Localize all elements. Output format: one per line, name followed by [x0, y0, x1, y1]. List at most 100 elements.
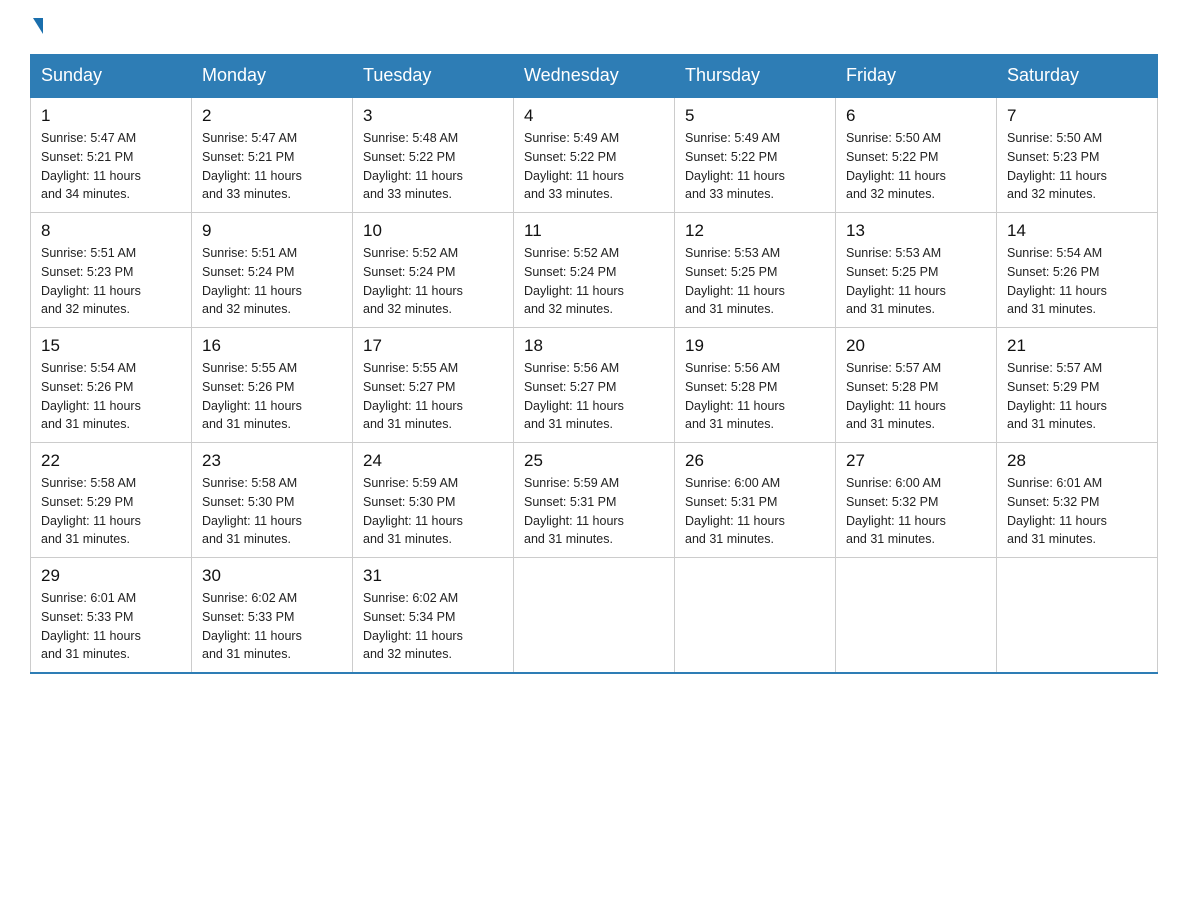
calendar-cell: 5 Sunrise: 5:49 AMSunset: 5:22 PMDayligh…	[675, 97, 836, 213]
page-header	[30, 20, 1158, 36]
day-number: 2	[202, 106, 342, 126]
day-number: 12	[685, 221, 825, 241]
day-info: Sunrise: 5:56 AMSunset: 5:27 PMDaylight:…	[524, 361, 624, 431]
day-info: Sunrise: 6:01 AMSunset: 5:32 PMDaylight:…	[1007, 476, 1107, 546]
calendar-cell: 12 Sunrise: 5:53 AMSunset: 5:25 PMDaylig…	[675, 213, 836, 328]
day-info: Sunrise: 6:00 AMSunset: 5:31 PMDaylight:…	[685, 476, 785, 546]
day-of-week-tuesday: Tuesday	[353, 55, 514, 98]
logo	[30, 20, 43, 36]
day-info: Sunrise: 5:59 AMSunset: 5:31 PMDaylight:…	[524, 476, 624, 546]
day-info: Sunrise: 5:57 AMSunset: 5:29 PMDaylight:…	[1007, 361, 1107, 431]
calendar-cell: 17 Sunrise: 5:55 AMSunset: 5:27 PMDaylig…	[353, 328, 514, 443]
day-info: Sunrise: 5:57 AMSunset: 5:28 PMDaylight:…	[846, 361, 946, 431]
day-number: 13	[846, 221, 986, 241]
calendar-cell: 21 Sunrise: 5:57 AMSunset: 5:29 PMDaylig…	[997, 328, 1158, 443]
calendar-cell: 25 Sunrise: 5:59 AMSunset: 5:31 PMDaylig…	[514, 443, 675, 558]
day-info: Sunrise: 5:52 AMSunset: 5:24 PMDaylight:…	[524, 246, 624, 316]
day-number: 1	[41, 106, 181, 126]
day-info: Sunrise: 5:53 AMSunset: 5:25 PMDaylight:…	[685, 246, 785, 316]
calendar-cell: 7 Sunrise: 5:50 AMSunset: 5:23 PMDayligh…	[997, 97, 1158, 213]
day-number: 17	[363, 336, 503, 356]
day-number: 11	[524, 221, 664, 241]
day-number: 20	[846, 336, 986, 356]
day-number: 8	[41, 221, 181, 241]
calendar-cell: 13 Sunrise: 5:53 AMSunset: 5:25 PMDaylig…	[836, 213, 997, 328]
day-number: 3	[363, 106, 503, 126]
day-of-week-saturday: Saturday	[997, 55, 1158, 98]
day-number: 27	[846, 451, 986, 471]
day-info: Sunrise: 5:51 AMSunset: 5:24 PMDaylight:…	[202, 246, 302, 316]
calendar-cell: 18 Sunrise: 5:56 AMSunset: 5:27 PMDaylig…	[514, 328, 675, 443]
calendar-cell: 6 Sunrise: 5:50 AMSunset: 5:22 PMDayligh…	[836, 97, 997, 213]
day-number: 25	[524, 451, 664, 471]
day-info: Sunrise: 5:52 AMSunset: 5:24 PMDaylight:…	[363, 246, 463, 316]
day-info: Sunrise: 5:54 AMSunset: 5:26 PMDaylight:…	[1007, 246, 1107, 316]
calendar-body: 1 Sunrise: 5:47 AMSunset: 5:21 PMDayligh…	[31, 97, 1158, 673]
day-number: 26	[685, 451, 825, 471]
day-number: 23	[202, 451, 342, 471]
calendar-cell: 29 Sunrise: 6:01 AMSunset: 5:33 PMDaylig…	[31, 558, 192, 674]
week-row-3: 15 Sunrise: 5:54 AMSunset: 5:26 PMDaylig…	[31, 328, 1158, 443]
day-info: Sunrise: 6:02 AMSunset: 5:33 PMDaylight:…	[202, 591, 302, 661]
calendar-cell: 26 Sunrise: 6:00 AMSunset: 5:31 PMDaylig…	[675, 443, 836, 558]
day-info: Sunrise: 6:02 AMSunset: 5:34 PMDaylight:…	[363, 591, 463, 661]
day-number: 10	[363, 221, 503, 241]
day-info: Sunrise: 5:58 AMSunset: 5:30 PMDaylight:…	[202, 476, 302, 546]
day-info: Sunrise: 5:48 AMSunset: 5:22 PMDaylight:…	[363, 131, 463, 201]
day-info: Sunrise: 5:49 AMSunset: 5:22 PMDaylight:…	[685, 131, 785, 201]
day-info: Sunrise: 5:53 AMSunset: 5:25 PMDaylight:…	[846, 246, 946, 316]
day-of-week-sunday: Sunday	[31, 55, 192, 98]
day-info: Sunrise: 5:47 AMSunset: 5:21 PMDaylight:…	[41, 131, 141, 201]
day-number: 6	[846, 106, 986, 126]
calendar-cell: 4 Sunrise: 5:49 AMSunset: 5:22 PMDayligh…	[514, 97, 675, 213]
day-number: 15	[41, 336, 181, 356]
day-of-week-thursday: Thursday	[675, 55, 836, 98]
day-number: 19	[685, 336, 825, 356]
day-of-week-wednesday: Wednesday	[514, 55, 675, 98]
calendar-cell: 20 Sunrise: 5:57 AMSunset: 5:28 PMDaylig…	[836, 328, 997, 443]
week-row-2: 8 Sunrise: 5:51 AMSunset: 5:23 PMDayligh…	[31, 213, 1158, 328]
day-info: Sunrise: 5:50 AMSunset: 5:22 PMDaylight:…	[846, 131, 946, 201]
day-info: Sunrise: 5:55 AMSunset: 5:26 PMDaylight:…	[202, 361, 302, 431]
calendar-cell: 24 Sunrise: 5:59 AMSunset: 5:30 PMDaylig…	[353, 443, 514, 558]
days-of-week-row: SundayMondayTuesdayWednesdayThursdayFrid…	[31, 55, 1158, 98]
day-number: 28	[1007, 451, 1147, 471]
calendar-cell: 19 Sunrise: 5:56 AMSunset: 5:28 PMDaylig…	[675, 328, 836, 443]
day-info: Sunrise: 5:56 AMSunset: 5:28 PMDaylight:…	[685, 361, 785, 431]
calendar-cell	[514, 558, 675, 674]
day-number: 4	[524, 106, 664, 126]
day-number: 21	[1007, 336, 1147, 356]
calendar-table: SundayMondayTuesdayWednesdayThursdayFrid…	[30, 54, 1158, 674]
day-info: Sunrise: 5:55 AMSunset: 5:27 PMDaylight:…	[363, 361, 463, 431]
day-number: 7	[1007, 106, 1147, 126]
day-info: Sunrise: 6:01 AMSunset: 5:33 PMDaylight:…	[41, 591, 141, 661]
calendar-cell	[997, 558, 1158, 674]
day-number: 24	[363, 451, 503, 471]
logo-triangle-icon	[33, 18, 43, 34]
calendar-cell: 10 Sunrise: 5:52 AMSunset: 5:24 PMDaylig…	[353, 213, 514, 328]
day-number: 14	[1007, 221, 1147, 241]
calendar-cell: 23 Sunrise: 5:58 AMSunset: 5:30 PMDaylig…	[192, 443, 353, 558]
calendar-cell	[675, 558, 836, 674]
calendar-cell: 16 Sunrise: 5:55 AMSunset: 5:26 PMDaylig…	[192, 328, 353, 443]
day-info: Sunrise: 5:47 AMSunset: 5:21 PMDaylight:…	[202, 131, 302, 201]
week-row-4: 22 Sunrise: 5:58 AMSunset: 5:29 PMDaylig…	[31, 443, 1158, 558]
calendar-header: SundayMondayTuesdayWednesdayThursdayFrid…	[31, 55, 1158, 98]
day-number: 5	[685, 106, 825, 126]
calendar-cell: 1 Sunrise: 5:47 AMSunset: 5:21 PMDayligh…	[31, 97, 192, 213]
calendar-cell: 15 Sunrise: 5:54 AMSunset: 5:26 PMDaylig…	[31, 328, 192, 443]
week-row-5: 29 Sunrise: 6:01 AMSunset: 5:33 PMDaylig…	[31, 558, 1158, 674]
calendar-cell: 11 Sunrise: 5:52 AMSunset: 5:24 PMDaylig…	[514, 213, 675, 328]
day-number: 30	[202, 566, 342, 586]
calendar-cell: 27 Sunrise: 6:00 AMSunset: 5:32 PMDaylig…	[836, 443, 997, 558]
day-info: Sunrise: 5:49 AMSunset: 5:22 PMDaylight:…	[524, 131, 624, 201]
calendar-cell	[836, 558, 997, 674]
day-of-week-monday: Monday	[192, 55, 353, 98]
day-number: 18	[524, 336, 664, 356]
calendar-cell: 8 Sunrise: 5:51 AMSunset: 5:23 PMDayligh…	[31, 213, 192, 328]
day-of-week-friday: Friday	[836, 55, 997, 98]
calendar-cell: 2 Sunrise: 5:47 AMSunset: 5:21 PMDayligh…	[192, 97, 353, 213]
day-info: Sunrise: 5:50 AMSunset: 5:23 PMDaylight:…	[1007, 131, 1107, 201]
calendar-cell: 9 Sunrise: 5:51 AMSunset: 5:24 PMDayligh…	[192, 213, 353, 328]
day-number: 22	[41, 451, 181, 471]
